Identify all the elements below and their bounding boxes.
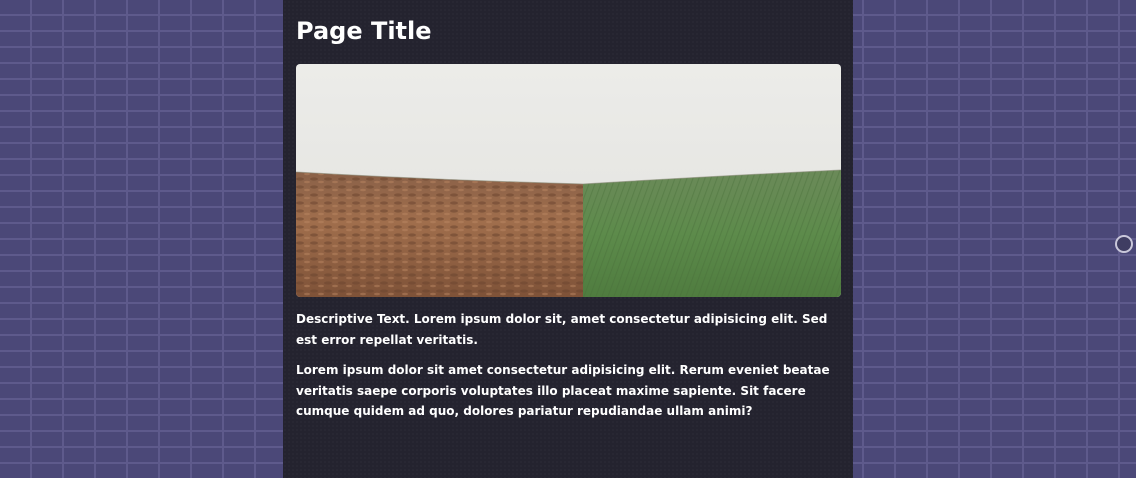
body-text: Lorem ipsum dolor sit amet consectetur a… bbox=[296, 363, 830, 418]
descriptive-text: Descriptive Text. Lorem ipsum dolor sit,… bbox=[296, 312, 828, 347]
page-title: Page Title bbox=[296, 17, 432, 45]
content-panel: Page Title Descriptive Text. Lorem ipsum… bbox=[283, 0, 853, 478]
hero-image bbox=[296, 64, 841, 297]
circle-handle-icon[interactable] bbox=[1115, 235, 1133, 253]
